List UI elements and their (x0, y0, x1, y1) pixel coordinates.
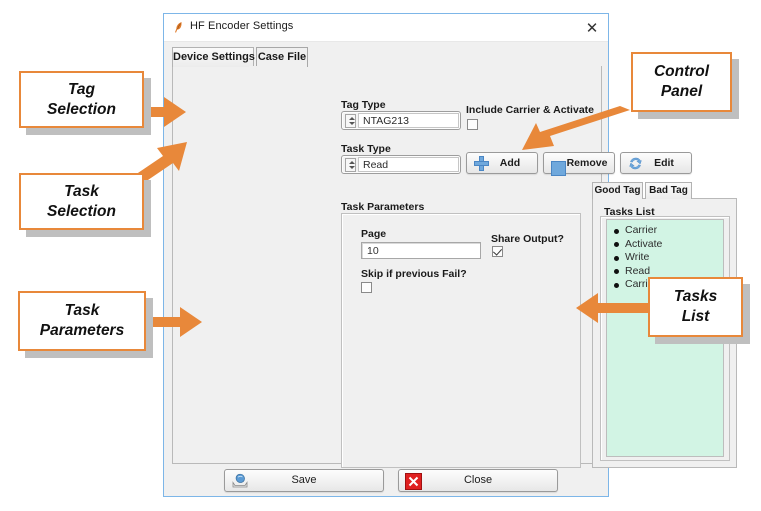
task-parameters-legend: Task Parameters (341, 201, 425, 213)
task-type-label: Task Type (341, 143, 391, 155)
callout-tag-selection: Tag Selection (19, 71, 144, 128)
list-item[interactable]: Carrier (614, 224, 723, 238)
include-carrier-checkbox[interactable] (467, 119, 478, 130)
tag-type-spinner[interactable]: NTAG213 (341, 111, 461, 130)
share-output-label: Share Output? (491, 233, 564, 245)
list-item[interactable]: Activate (614, 238, 723, 252)
page-value: 10 (367, 245, 379, 257)
skip-if-fail-checkbox[interactable] (361, 282, 372, 293)
tab-device-settings[interactable]: Device Settings (172, 47, 255, 67)
callout-text: Tag Selection (47, 80, 116, 118)
callout-task-parameters: Task Parameters (18, 291, 146, 351)
save-button[interactable]: Save (224, 469, 384, 492)
arrow-control-panel (522, 106, 630, 150)
title-bar: HF Encoder Settings ✕ (164, 14, 608, 42)
callout-control-panel: Control Panel (631, 52, 732, 112)
callout-tasks-list: Tasks List (648, 277, 743, 337)
window-title: HF Encoder Settings (190, 20, 294, 32)
callout-text: Task Parameters (39, 302, 125, 339)
list-item[interactable]: Write (614, 251, 723, 265)
add-button[interactable]: Add (466, 152, 538, 174)
tab-active-mask (249, 66, 299, 68)
page-label: Page (361, 228, 387, 240)
tab-case-file[interactable]: Case File (256, 47, 308, 67)
tag-type-value[interactable]: NTAG213 (358, 113, 459, 128)
arrow-tasks-list (576, 293, 656, 323)
close-icon[interactable]: ✕ (582, 18, 602, 38)
callout-text: Tasks List (673, 288, 718, 325)
list-item[interactable]: Read (614, 265, 723, 279)
spinner-arrows-icon[interactable] (345, 158, 356, 172)
feather-icon (173, 21, 185, 35)
callout-task-selection: Task Selection (19, 173, 144, 230)
hf-encoder-settings-dialog: HF Encoder Settings ✕ Device Settings Ca… (163, 13, 737, 497)
callout-text: Task Selection (47, 182, 116, 220)
callout-text: Control Panel (653, 63, 710, 100)
task-type-spinner[interactable]: Read (341, 155, 461, 174)
tag-type-label: Tag Type (341, 99, 386, 111)
task-type-value[interactable]: Read (358, 157, 459, 172)
edit-button[interactable]: Edit (620, 152, 692, 174)
share-output-checkbox[interactable] (492, 246, 503, 257)
tab-strip: Device Settings Case File (172, 47, 602, 67)
spinner-arrows-icon[interactable] (345, 114, 356, 128)
dialog-footer: Save Close (172, 469, 602, 493)
page-input[interactable]: 10 (361, 242, 481, 259)
inner-tab-mask (593, 198, 642, 200)
remove-button[interactable]: Remove (543, 152, 615, 176)
tab-good-tag[interactable]: Good Tag (592, 182, 643, 199)
close-button[interactable]: Close (398, 469, 558, 492)
tab-bad-tag[interactable]: Bad Tag (645, 182, 692, 199)
skip-if-fail-label: Skip if previous Fail? (361, 268, 467, 280)
